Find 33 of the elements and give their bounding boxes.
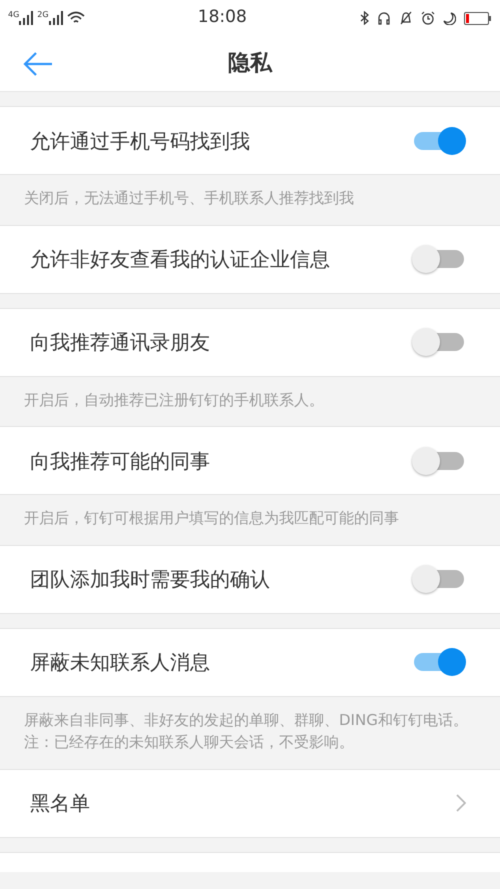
toggle-switch[interactable] (412, 565, 466, 593)
signal-icon (48, 11, 63, 25)
page-title: 隐私 (228, 50, 272, 78)
alarm-icon (421, 11, 435, 25)
setting-description: 开启后，自动推荐已注册钉钉的手机联系人。 (23, 390, 325, 410)
settings-row[interactable]: 黑名单 (0, 768, 500, 838)
setting-description: 关闭后，无法通过手机号、手机联系人推荐找到我 (23, 188, 355, 209)
setting-label: 黑名单 (30, 790, 90, 817)
setting-description: 开启后，钉钉可根据用户填写的信息为我匹配可能的同事 (23, 508, 400, 529)
network-type-label: 2G (37, 11, 49, 19)
back-button[interactable] (22, 50, 54, 78)
status-time: 18:08 (198, 6, 247, 30)
toggle-switch[interactable] (412, 446, 466, 474)
chevron-icon (456, 794, 466, 812)
setting-label: 向我推荐通讯录朋友 (30, 329, 210, 356)
toggle-switch[interactable] (412, 126, 466, 154)
setting-label: 向我推荐可能的同事 (30, 448, 210, 474)
setting-label: 屏蔽未知联系人消息 (30, 649, 210, 676)
setting-label: 允许非好友查看我的认证企业信息 (30, 246, 330, 273)
setting-label: 允许通过手机号码找到我 (30, 128, 250, 154)
moon-icon (443, 12, 456, 24)
toggle-switch[interactable] (412, 328, 466, 356)
toggle-switch[interactable] (412, 245, 466, 273)
network-type-label: 4G (8, 11, 20, 19)
setting-description: 屏蔽来自非同事、非好友的发起的单聊、群聊、DING和钉钉电话。注：已经存在的未知联系人聊天会话，不受影响。 (23, 710, 469, 753)
wifi-icon (66, 11, 85, 25)
bell-mute-icon (399, 11, 413, 25)
battery-icon (464, 12, 492, 24)
bluetooth-icon (360, 11, 369, 25)
setting-label: 团队添加我时需要我的确认 (30, 566, 270, 593)
signal-icon (19, 11, 34, 25)
headset-icon (377, 11, 391, 25)
toggle-switch[interactable] (412, 648, 466, 676)
